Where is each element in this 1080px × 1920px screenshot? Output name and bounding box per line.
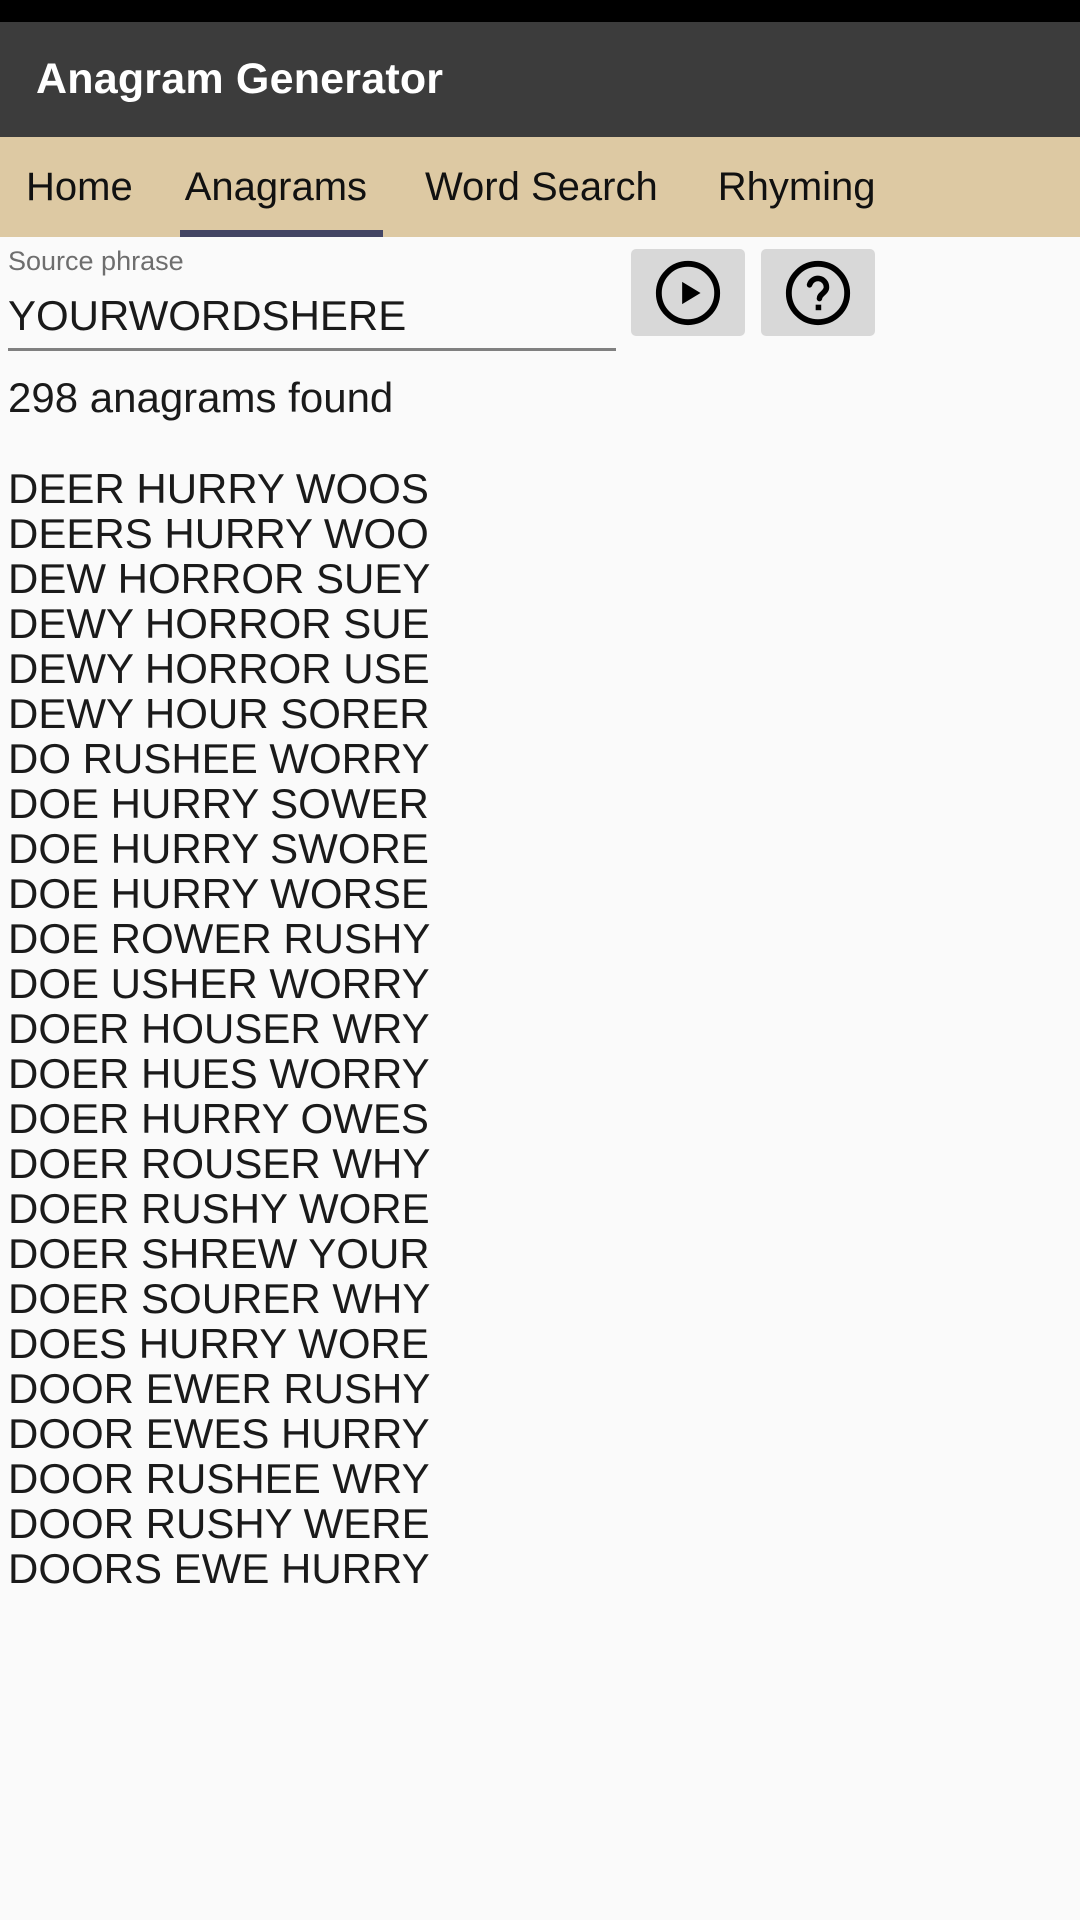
system-status-bar: [0, 0, 1080, 22]
list-item[interactable]: DOOR EWES HURRY: [8, 1411, 1080, 1456]
list-item[interactable]: DEWY HORROR SUE: [8, 601, 1080, 646]
app-header: Anagram Generator: [0, 22, 1080, 137]
page-title: Anagram Generator: [36, 55, 444, 103]
list-item[interactable]: DOER RUSHY WORE: [8, 1186, 1080, 1231]
list-item[interactable]: DEWY HOUR SORER: [8, 691, 1080, 736]
tab-home[interactable]: Home: [0, 137, 159, 237]
help-button[interactable]: [761, 249, 875, 336]
list-item[interactable]: DEW HORROR SUEY: [8, 556, 1080, 601]
list-item[interactable]: DOE HURRY WORSE: [8, 871, 1080, 916]
list-item[interactable]: DEWY HORROR USE: [8, 646, 1080, 691]
run-button[interactable]: [631, 249, 745, 336]
list-item[interactable]: DO RUSHEE WORRY: [8, 736, 1080, 781]
anagram-result-list[interactable]: DEER HURRY WOOS DEERS HURRY WOO DEW HORR…: [0, 426, 1080, 1591]
list-item[interactable]: DOER HUES WORRY: [8, 1051, 1080, 1096]
list-item[interactable]: DEER HURRY WOOS: [8, 466, 1080, 511]
list-item[interactable]: DOER HOUSER WRY: [8, 1006, 1080, 1051]
list-item[interactable]: DOES HURRY WORE: [8, 1321, 1080, 1366]
list-item[interactable]: DOOR RUSHEE WRY: [8, 1456, 1080, 1501]
list-item[interactable]: DOORS EWE HURRY: [8, 1546, 1080, 1591]
list-item[interactable]: DOOR EWER RUSHY: [8, 1366, 1080, 1411]
source-phrase-underline: [8, 348, 616, 351]
list-item[interactable]: DEERS HURRY WOO: [8, 511, 1080, 556]
list-item[interactable]: DOER HURRY OWES: [8, 1096, 1080, 1141]
list-item[interactable]: DOE HURRY SWORE: [8, 826, 1080, 871]
active-tab-indicator: [180, 230, 383, 237]
tab-anagrams[interactable]: Anagrams: [159, 137, 393, 237]
list-item[interactable]: DOE HURRY SOWER: [8, 781, 1080, 826]
play-circle-icon: [653, 258, 723, 328]
source-phrase-field[interactable]: Source phrase YOURWORDSHERE: [8, 237, 616, 351]
tab-word-search[interactable]: Word Search: [393, 137, 690, 237]
app-root: Anagram Generator Home Anagrams Word Sea…: [0, 0, 1080, 1920]
list-item[interactable]: DOER SOURER WHY: [8, 1276, 1080, 1321]
source-phrase-label: Source phrase: [8, 246, 184, 276]
source-phrase-row: Source phrase YOURWORDSHERE: [0, 237, 1080, 352]
help-circle-icon: [783, 258, 853, 328]
list-item[interactable]: DOOR RUSHY WERE: [8, 1501, 1080, 1546]
result-count: 298 anagrams found: [8, 374, 394, 421]
tab-rhyming[interactable]: Rhyming: [690, 137, 904, 237]
list-item[interactable]: DOER ROUSER WHY: [8, 1141, 1080, 1186]
list-item[interactable]: DOE USHER WORRY: [8, 961, 1080, 1006]
source-phrase-input[interactable]: YOURWORDSHERE: [8, 280, 616, 346]
tab-bar: Home Anagrams Word Search Rhyming: [0, 137, 1080, 237]
list-item[interactable]: DOER SHREW YOUR: [8, 1231, 1080, 1276]
list-item[interactable]: DOE ROWER RUSHY: [8, 916, 1080, 961]
